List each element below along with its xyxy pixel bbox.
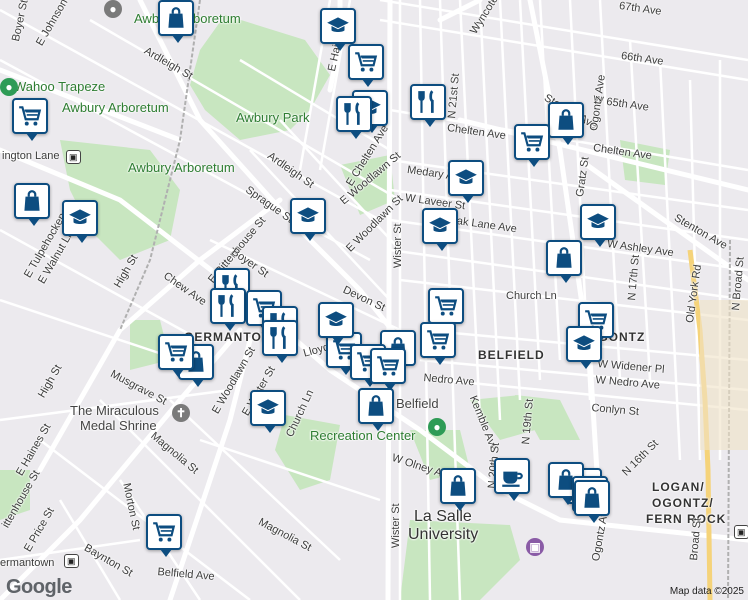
map-canvas[interactable]: Awbury Park Awbury Arboretum Awbury Arbo…	[0, 0, 748, 600]
school-marker[interactable]	[320, 8, 356, 51]
school-icon	[571, 331, 597, 357]
shopping-bag-marker[interactable]	[158, 0, 194, 43]
grocery-cart-icon	[151, 519, 177, 545]
shopping-bag-marker[interactable]	[14, 183, 50, 226]
grocery-cart-marker[interactable]	[348, 44, 384, 87]
university-pin-icon[interactable]: ▣	[526, 538, 544, 556]
school-icon	[323, 307, 349, 333]
school-marker[interactable]	[250, 390, 286, 433]
grocery-cart-marker[interactable]	[158, 334, 194, 377]
grocery-cart-marker[interactable]	[146, 514, 182, 557]
school-marker[interactable]	[290, 198, 326, 241]
map-attribution: Map data ©2025	[669, 586, 744, 597]
school-marker[interactable]	[318, 302, 354, 345]
shopping-bag-icon	[445, 473, 471, 499]
shopping-bag-icon	[551, 245, 577, 271]
church-pin-icon[interactable]: ✝	[172, 404, 190, 422]
arboretum-pin-icon[interactable]: ●	[104, 0, 122, 18]
medal-shrine-label: Medal Shrine	[80, 418, 157, 433]
restaurant-icon	[341, 101, 367, 127]
shopping-bag-marker[interactable]	[358, 388, 394, 431]
grocery-cart-marker[interactable]	[370, 348, 406, 391]
university-label: University	[408, 526, 479, 543]
restaurant-marker[interactable]	[262, 320, 298, 363]
school-icon	[255, 395, 281, 421]
restaurant-icon	[267, 325, 293, 351]
grocery-cart-icon	[17, 103, 43, 129]
grocery-cart-marker[interactable]	[514, 124, 550, 167]
shopping-bag-marker[interactable]	[548, 102, 584, 145]
wahoo-trapeze-label: Wahoo Trapeze	[14, 79, 106, 94]
restaurant-icon	[215, 293, 241, 319]
cafe-icon	[499, 463, 525, 489]
subway-station-icon[interactable]: ▣	[734, 525, 748, 539]
school-icon	[453, 165, 479, 191]
school-icon	[427, 213, 453, 239]
shopping-bag-marker[interactable]	[440, 468, 476, 511]
grocery-cart-icon	[353, 49, 379, 75]
logan-label: LOGAN/	[652, 480, 705, 494]
fern-rock-label: FERN ROCK	[646, 512, 727, 526]
shopping-bag-icon	[553, 107, 579, 133]
shopping-bag-marker[interactable]	[574, 480, 610, 523]
school-icon	[295, 203, 321, 229]
awbury-arboretum-label-2: Awbury Arboretum	[128, 160, 235, 175]
street-wister-2: Wister St	[390, 503, 402, 548]
grocery-cart-icon	[433, 293, 459, 319]
school-marker[interactable]	[422, 208, 458, 251]
grocery-cart-icon	[375, 353, 401, 379]
restaurant-marker[interactable]	[336, 96, 372, 139]
grocery-cart-marker[interactable]	[12, 98, 48, 141]
school-icon	[67, 205, 93, 231]
school-icon	[585, 209, 611, 235]
school-marker[interactable]	[62, 200, 98, 243]
street-wister: Wister St	[392, 223, 404, 268]
belfield-label: BELFIELD	[478, 348, 545, 362]
shopping-bag-icon	[363, 393, 389, 419]
shopping-bag-marker[interactable]	[546, 240, 582, 283]
school-marker[interactable]	[580, 204, 616, 247]
logan-ogontz-label: OGONTZ/	[652, 496, 714, 510]
restaurant-marker[interactable]	[410, 84, 446, 127]
miraculous-medal-label: The Miraculous	[70, 403, 159, 418]
school-marker[interactable]	[448, 160, 484, 203]
washington-lane-label: ington Lane	[2, 150, 60, 162]
awbury-arboretum-label: Awbury Arboretum	[62, 100, 169, 115]
school-icon	[325, 13, 351, 39]
google-logo: Google	[6, 576, 72, 598]
grocery-cart-icon	[163, 339, 189, 365]
grocery-cart-marker[interactable]	[428, 288, 464, 331]
grocery-cart-icon	[425, 327, 451, 353]
street-church-ln: Church Ln	[506, 290, 557, 302]
recreation-pin-icon[interactable]: ●	[428, 418, 446, 436]
restaurant-icon	[415, 89, 441, 115]
grocery-cart-marker[interactable]	[420, 322, 456, 365]
train-station-icon-2[interactable]: ▣	[64, 554, 79, 568]
germantown-station-label: ermantown	[0, 557, 55, 569]
restaurant-marker[interactable]	[210, 288, 246, 331]
shopping-bag-icon	[163, 5, 189, 31]
cafe-marker[interactable]	[494, 458, 530, 501]
grocery-cart-icon	[519, 129, 545, 155]
belfield-rec-label: Belfield	[396, 396, 439, 411]
recreation-center-label: Recreation Center	[310, 428, 416, 443]
awbury-park-label: Awbury Park	[236, 110, 310, 125]
school-marker[interactable]	[566, 326, 602, 369]
shopping-bag-icon	[579, 485, 605, 511]
wahoo-pin-icon[interactable]: ●	[0, 78, 18, 96]
train-station-icon[interactable]: ▣	[66, 150, 81, 164]
shopping-bag-icon	[19, 188, 45, 214]
